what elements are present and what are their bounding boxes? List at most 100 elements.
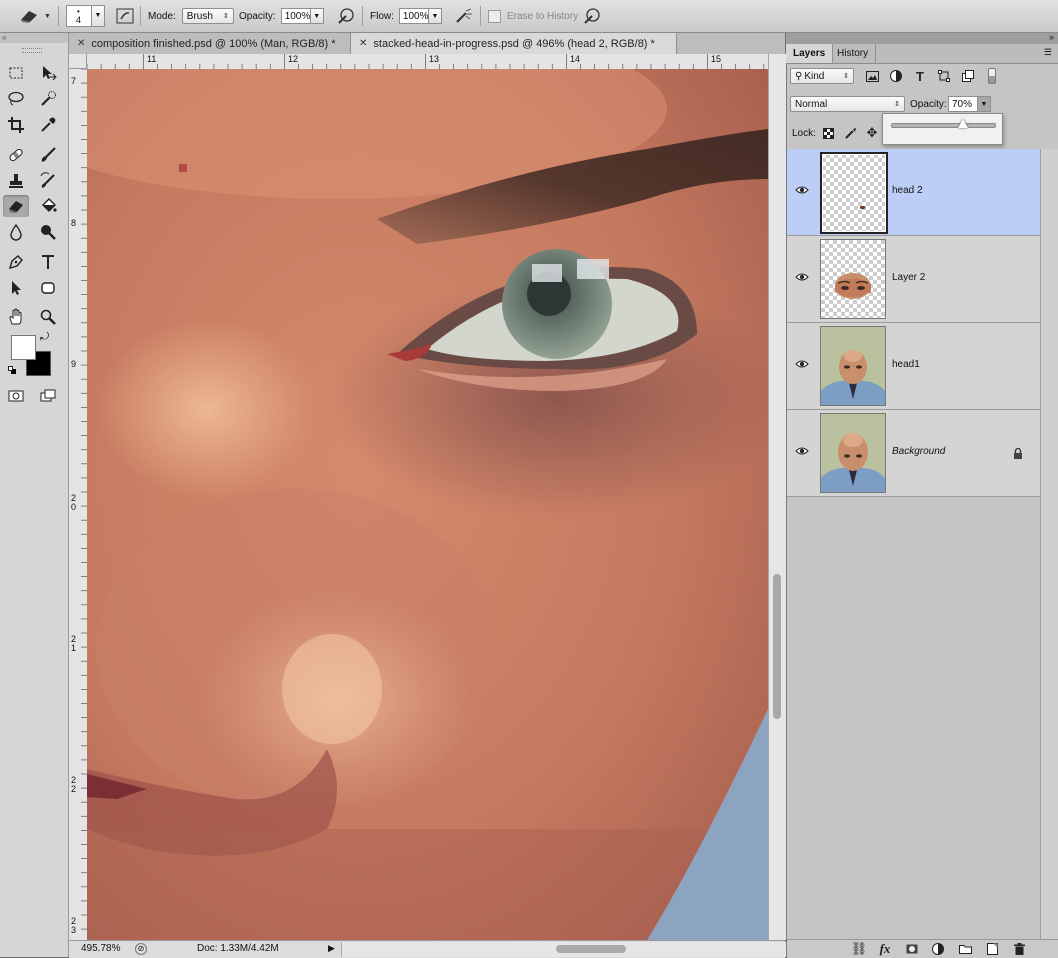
filter-pixel-icon[interactable] (864, 68, 880, 84)
foreground-color-swatch[interactable] (11, 335, 36, 360)
lock-transparent-pixels-icon[interactable] (820, 125, 836, 141)
layer-name[interactable]: Layer 2 (892, 272, 925, 283)
opacity-slider-track[interactable] (891, 123, 996, 128)
filter-toggle-switch[interactable] (988, 68, 996, 84)
filter-type-icon[interactable]: T (912, 68, 928, 84)
healing-brush-tool[interactable] (3, 144, 29, 166)
new-adjustment-icon[interactable] (930, 941, 946, 957)
new-group-folder-icon[interactable] (957, 941, 973, 957)
layer-opacity-input[interactable]: 70% (948, 96, 978, 112)
layer-thumbnail[interactable] (820, 239, 886, 319)
tab-stacked-head[interactable]: ✕ stacked-head-in-progress.psd @ 496% (h… (351, 33, 677, 54)
flow-dropdown-button[interactable]: ▼ (428, 8, 442, 24)
panel-header[interactable]: » (786, 32, 1058, 44)
path-selection-tool[interactable] (3, 277, 29, 299)
new-layer-icon[interactable] (984, 941, 1000, 957)
swap-colors-icon[interactable]: ⤾ (40, 331, 49, 344)
scrollbar-thumb[interactable] (773, 574, 781, 719)
erase-to-history-checkbox[interactable]: Erase to History (488, 6, 578, 26)
pen-tool[interactable] (3, 251, 29, 273)
history-brush-tool[interactable] (35, 170, 61, 192)
paint-bucket-tool[interactable] (35, 195, 61, 217)
close-icon[interactable]: ✕ (77, 38, 85, 49)
status-menu-arrow-icon[interactable]: ▶ (328, 943, 335, 954)
hand-tool[interactable] (3, 306, 29, 328)
vertical-scrollbar[interactable] (768, 54, 786, 940)
tools-panel-header[interactable]: « (0, 33, 68, 43)
tab-layers[interactable]: Layers (786, 44, 834, 63)
opacity-input[interactable]: 100% (280, 8, 311, 24)
opacity-slider-popup[interactable] (882, 113, 1003, 145)
link-layers-icon[interactable]: ⛓ (851, 941, 868, 957)
tab-composition-finished[interactable]: ✕ composition finished.psd @ 100% (Man, … (69, 33, 351, 54)
add-mask-icon[interactable] (904, 941, 920, 957)
quick-mask-button[interactable] (3, 385, 29, 407)
clone-stamp-tool[interactable] (3, 170, 29, 192)
layer-name[interactable]: head1 (892, 359, 920, 370)
layer-opacity-dropdown-button[interactable]: ▼ (978, 96, 991, 112)
horizontal-scrollbar[interactable] (341, 942, 786, 957)
layer-row-head1[interactable]: head1 (787, 323, 1040, 410)
zoom-level[interactable]: 495.78% (81, 943, 120, 954)
image-canvas[interactable] (87, 69, 768, 940)
move-tool[interactable] (35, 62, 61, 84)
opacity-slider-handle[interactable] (958, 119, 969, 128)
blur-tool[interactable] (3, 221, 29, 243)
panel-menu-icon[interactable]: ☰ (1044, 47, 1052, 58)
filter-shape-icon[interactable] (936, 68, 952, 84)
ruler-origin[interactable] (69, 54, 87, 69)
trash-icon[interactable] (1011, 941, 1027, 957)
layers-scrollbar[interactable] (1040, 149, 1058, 939)
blend-mode-select[interactable]: Normal ⇕ (790, 96, 905, 112)
flow-input[interactable]: 100% (398, 8, 429, 24)
layer-name[interactable]: head 2 (892, 185, 923, 196)
layer-row-background[interactable]: Background (787, 410, 1040, 497)
horizontal-ruler[interactable]: 11 12 13 14 15 (87, 54, 768, 70)
default-colors-icon[interactable] (8, 366, 16, 374)
layer-name[interactable]: Background (892, 446, 945, 457)
type-tool[interactable] (35, 251, 61, 273)
eye-icon[interactable] (795, 272, 809, 282)
eye-icon[interactable] (795, 359, 809, 369)
filter-kind-select[interactable]: ⚲ Kind ⇕ (790, 68, 854, 85)
airbrush-button[interactable] (454, 6, 474, 26)
eraser-tool-preset-picker[interactable]: ▼ (18, 6, 51, 26)
layer-thumbnail[interactable] (820, 413, 886, 493)
layer-style-fx-icon[interactable]: fx (877, 941, 893, 957)
shape-tool[interactable] (35, 277, 61, 299)
lock-image-pixels-icon[interactable] (842, 125, 858, 141)
opacity-dropdown-button[interactable]: ▼ (310, 8, 324, 24)
layer-row-head-2[interactable]: head 2 (787, 149, 1040, 236)
eye-icon[interactable] (795, 446, 809, 456)
quick-selection-tool[interactable] (35, 88, 61, 110)
lasso-tool[interactable] (3, 88, 29, 110)
brush-tool[interactable] (35, 144, 61, 166)
zoom-tool[interactable] (35, 306, 61, 328)
vertical-ruler[interactable]: 7 8 9 20 21 22 23 (69, 69, 88, 940)
scrollbar-thumb[interactable] (556, 945, 626, 953)
eyedropper-tool[interactable] (35, 114, 61, 136)
brush-panel-toggle[interactable] (116, 6, 134, 26)
screen-mode-button[interactable] (35, 385, 61, 407)
mode-select[interactable]: Brush ⇕ (181, 8, 234, 24)
layer-thumbnail[interactable] (820, 152, 888, 234)
close-icon[interactable]: ✕ (359, 38, 367, 49)
filter-adjustment-icon[interactable] (888, 68, 904, 84)
layer-row-layer-2[interactable]: Layer 2 (787, 236, 1040, 323)
checkbox[interactable] (488, 9, 501, 23)
brush-preset-picker[interactable]: • 4 ▼ (66, 4, 105, 27)
lock-position-icon[interactable]: ✥ (864, 125, 880, 141)
expand-icon[interactable]: » (1049, 32, 1054, 42)
layer-thumbnail[interactable] (820, 326, 886, 406)
marquee-tool[interactable] (3, 62, 29, 84)
divider (58, 6, 59, 26)
pressure-opacity-button[interactable] (337, 6, 355, 26)
filter-smart-object-icon[interactable] (960, 68, 976, 84)
status-info-icon[interactable]: ⊘ (135, 943, 147, 955)
pressure-size-button[interactable] (583, 6, 601, 26)
crop-tool[interactable] (3, 114, 29, 136)
eraser-tool[interactable] (3, 195, 29, 217)
tab-history[interactable]: History (830, 44, 877, 63)
eye-icon[interactable] (795, 185, 809, 195)
dodge-tool[interactable] (35, 221, 61, 243)
